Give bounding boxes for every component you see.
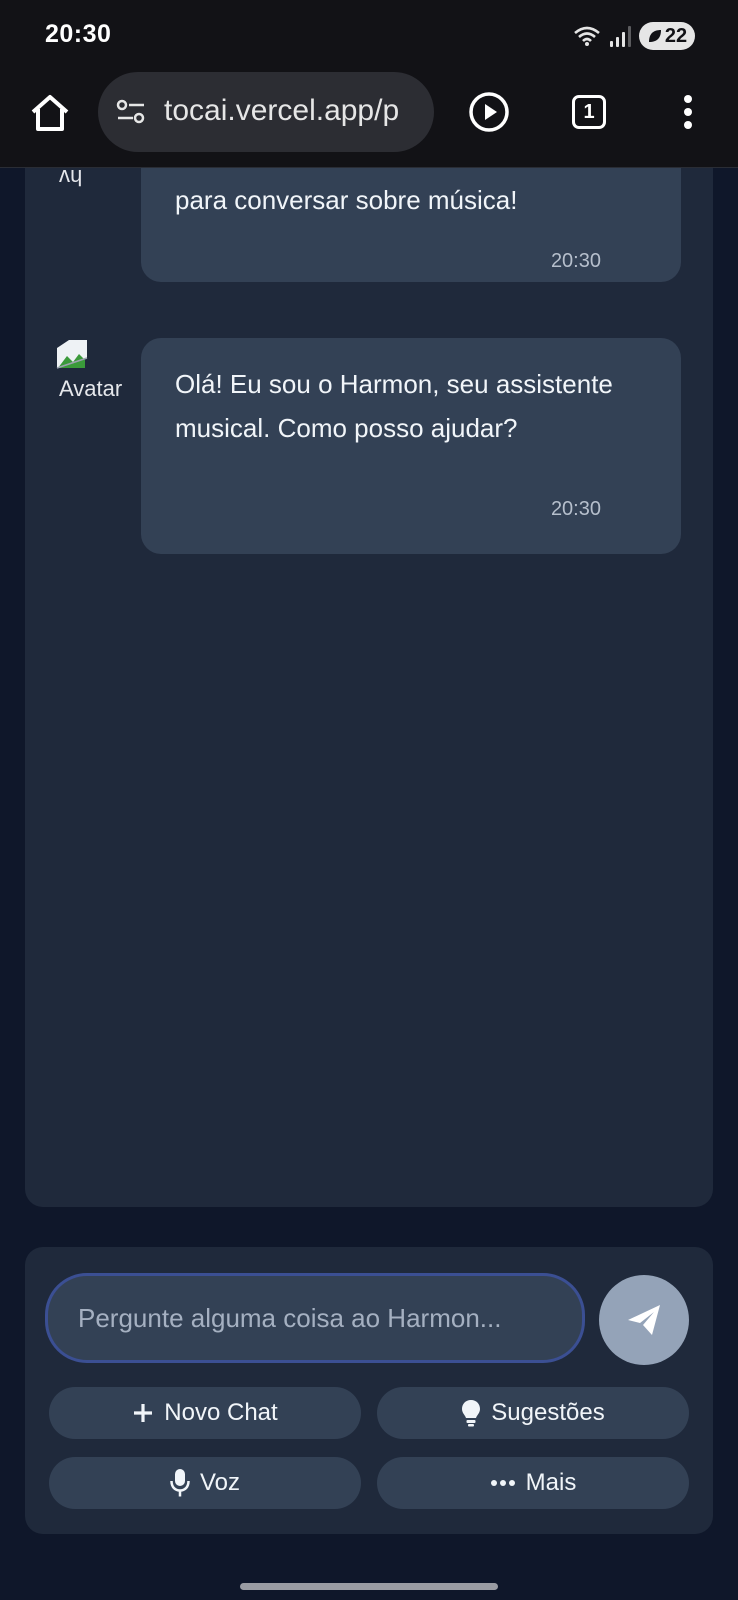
message-input[interactable]: Pergunte alguma coisa ao Harmon... bbox=[45, 1273, 585, 1363]
url-text: tocai.vercel.app/p bbox=[164, 94, 400, 127]
message-text: para conversar sobre música! bbox=[175, 185, 518, 215]
avatar-alt-text: Avatar bbox=[59, 376, 123, 401]
broken-image-icon bbox=[56, 340, 88, 369]
status-bar: 20:30 22 bbox=[0, 0, 738, 70]
lightbulb-icon bbox=[462, 1400, 481, 1427]
more-button[interactable]: Mais bbox=[377, 1457, 689, 1509]
message-text: Olá! Eu sou o Harmon, seu assistente mus… bbox=[175, 369, 613, 443]
status-icons: 22 bbox=[572, 20, 695, 52]
battery-level: 22 bbox=[664, 24, 688, 47]
new-chat-button[interactable]: Novo Chat bbox=[49, 1387, 361, 1439]
message-time: 20:30 bbox=[550, 250, 601, 272]
tab-count: 1 bbox=[572, 95, 606, 129]
more-vert-icon[interactable] bbox=[666, 90, 710, 134]
send-icon bbox=[628, 1305, 660, 1335]
browser-toolbar: tocai.vercel.app/p 1 bbox=[0, 70, 738, 168]
gesture-home-indicator[interactable] bbox=[240, 1583, 498, 1590]
composer-panel: Pergunte alguma coisa ao Harmon... Novo … bbox=[25, 1247, 713, 1534]
address-bar[interactable]: tocai.vercel.app/p bbox=[98, 72, 434, 152]
voice-label: Voz bbox=[199, 1469, 241, 1496]
chat-panel[interactable]: ʌɥ para conversar sobre música! 20:30 Av… bbox=[25, 168, 713, 1207]
message-time: 20:30 bbox=[550, 498, 601, 520]
more-horiz-icon bbox=[490, 1480, 515, 1486]
send-button[interactable] bbox=[599, 1275, 689, 1365]
battery-saver-icon bbox=[648, 30, 661, 42]
play-icon[interactable] bbox=[467, 90, 511, 134]
avatar: Avatar bbox=[55, 338, 125, 408]
message-bubble: Olá! Eu sou o Harmon, seu assistente mus… bbox=[141, 338, 681, 554]
suggestions-label: Sugestões bbox=[491, 1399, 605, 1426]
more-label: Mais bbox=[525, 1469, 577, 1496]
suggestions-button[interactable]: Sugestões bbox=[377, 1387, 689, 1439]
new-chat-label: Novo Chat bbox=[164, 1399, 278, 1426]
battery-indicator: 22 bbox=[639, 22, 695, 50]
site-settings-icon[interactable] bbox=[116, 97, 146, 127]
message-bubble: para conversar sobre música! 20:30 bbox=[141, 168, 681, 282]
status-time: 20:30 bbox=[45, 20, 112, 48]
signal-icon bbox=[610, 25, 631, 47]
microphone-icon bbox=[170, 1469, 190, 1497]
avatar: ʌɥ bbox=[59, 168, 83, 187]
tabs-button[interactable]: 1 bbox=[568, 90, 612, 134]
plus-icon bbox=[134, 1404, 153, 1422]
home-icon[interactable] bbox=[29, 92, 71, 134]
voice-button[interactable]: Voz bbox=[49, 1457, 361, 1509]
wifi-icon bbox=[574, 26, 600, 46]
